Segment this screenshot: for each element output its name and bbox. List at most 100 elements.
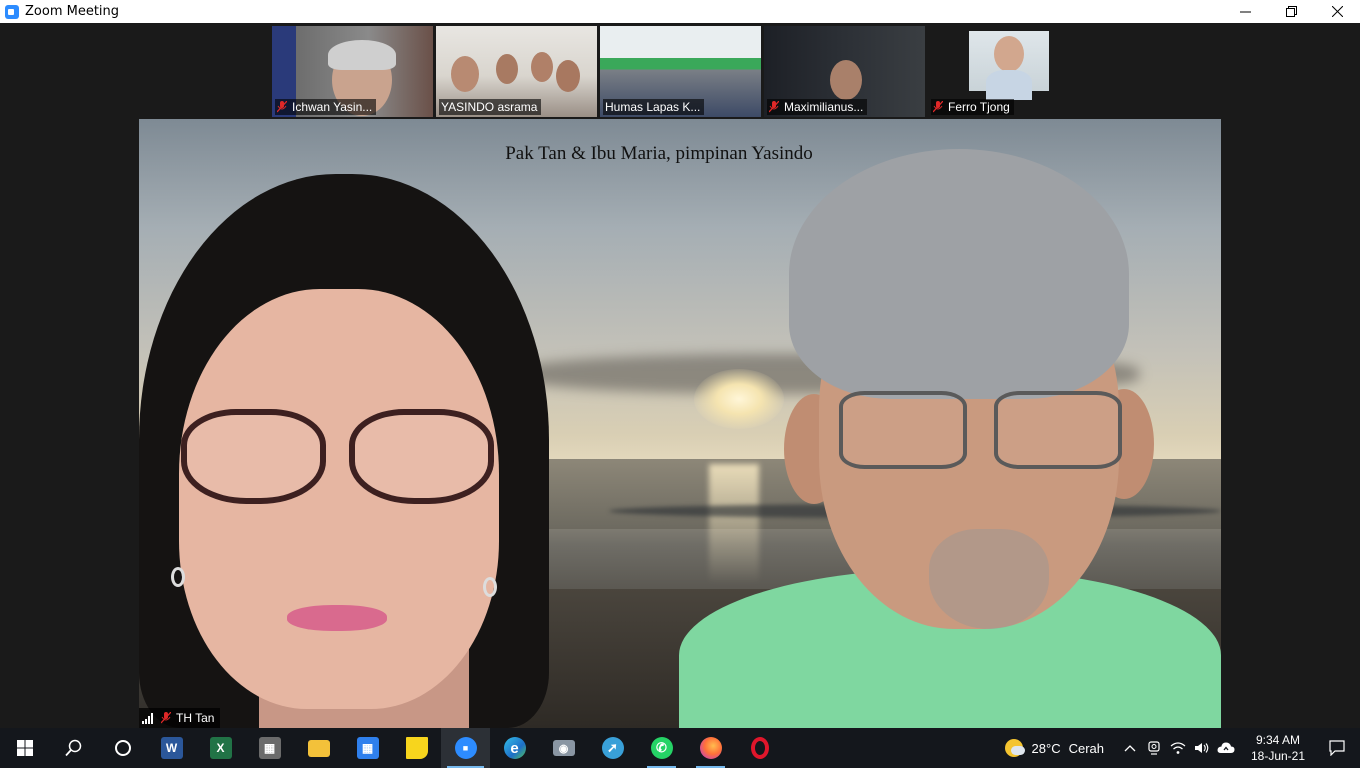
edge-app[interactable]: e — [490, 728, 539, 768]
firefox-app[interactable] — [686, 728, 735, 768]
title-bar: Zoom Meeting — [0, 0, 1360, 23]
camera-icon: ◉ — [552, 740, 575, 756]
participant-label: Ichwan Yasin... — [275, 99, 377, 115]
restore-button[interactable] — [1268, 0, 1314, 23]
wifi-icon — [1170, 742, 1186, 754]
earring — [171, 567, 185, 587]
windows-logo-icon — [16, 740, 33, 756]
close-icon — [1331, 6, 1343, 17]
speaker-icon — [1195, 743, 1209, 753]
sticky-note-icon — [405, 737, 428, 759]
close-button[interactable] — [1314, 0, 1360, 23]
whatsapp-app[interactable]: ✆ — [637, 728, 686, 768]
participant-face — [496, 54, 518, 84]
excel-icon: X — [209, 737, 232, 759]
weather-temp: 28°C — [1031, 740, 1061, 756]
camera-app[interactable]: ◉ — [539, 728, 588, 768]
partly-sunny-icon — [1004, 739, 1025, 757]
earring — [483, 577, 497, 597]
start-button[interactable] — [0, 728, 49, 768]
minimize-icon — [1239, 11, 1251, 13]
onedrive-button[interactable] — [1214, 728, 1238, 768]
taskbar-clock[interactable]: 9:34 AM 18-Jun-21 — [1242, 732, 1314, 764]
minimize-button[interactable] — [1222, 0, 1268, 23]
participant-face — [830, 60, 862, 100]
zoom-camera-icon: ■ — [454, 737, 477, 759]
calendar-app[interactable]: ▦ — [343, 728, 392, 768]
participant-face — [531, 52, 553, 82]
calculator-app[interactable]: ▦ — [245, 728, 294, 768]
participant-name: Humas Lapas K... — [605, 100, 701, 114]
clock-date: 18-Jun-21 — [1250, 749, 1306, 763]
restore-icon — [1285, 6, 1297, 17]
taskbar: W X ▦ ▦ ■ e ◉ ➚ ✆ 28°C Cerah 9:34 AM 18-… — [0, 728, 1360, 768]
system-tray: 28°C Cerah 9:34 AM 18-Jun-21 — [1004, 728, 1360, 768]
calculator-icon: ▦ — [258, 737, 281, 759]
participant-tile[interactable]: Ichwan Yasin... — [272, 26, 433, 117]
network-button[interactable] — [1166, 728, 1190, 768]
participant-tile[interactable]: YASINDO asrama — [436, 26, 597, 117]
window-controls — [1222, 0, 1360, 23]
volume-button[interactable] — [1190, 728, 1214, 768]
notification-icon — [1329, 740, 1345, 756]
action-center-button[interactable] — [1314, 728, 1360, 768]
active-speaker-video[interactable]: Pak Tan & Ibu Maria, pimpinan Yasindo TH… — [139, 119, 1221, 728]
word-icon: W — [160, 737, 183, 759]
remote-arrow-icon: ➚ — [601, 737, 624, 759]
participant-tile[interactable]: Maximilianus... — [764, 26, 925, 117]
weather-widget[interactable]: 28°C Cerah — [1004, 739, 1104, 757]
file-explorer-app[interactable] — [294, 728, 343, 768]
opera-app[interactable] — [735, 728, 784, 768]
zoom-app[interactable]: ■ — [441, 728, 490, 768]
meet-now-button[interactable] — [1142, 728, 1166, 768]
participant-name: Maximilianus... — [784, 100, 864, 114]
participant-face — [451, 56, 479, 92]
participant-name: YASINDO asrama — [441, 100, 538, 114]
signal-strength-icon — [142, 712, 153, 724]
participant-label: Humas Lapas K... — [603, 99, 705, 115]
speaker-name-label: TH Tan — [139, 708, 221, 728]
sun-reflection — [709, 464, 759, 584]
sunset-sun — [694, 369, 784, 429]
participant-name: Ferro Tjong — [948, 100, 1010, 114]
mic-muted-icon — [161, 712, 171, 724]
search-icon — [64, 739, 81, 757]
man-glasses-right — [994, 391, 1122, 469]
word-app[interactable]: W — [147, 728, 196, 768]
remote-app[interactable]: ➚ — [588, 728, 637, 768]
cortana-circle-icon — [114, 740, 131, 756]
participant-label: Maximilianus... — [767, 99, 868, 115]
task-view-button[interactable] — [98, 728, 147, 768]
chevron-up-icon — [1124, 745, 1136, 752]
participant-tile[interactable]: Ferro Tjong — [928, 26, 1089, 117]
participant-face — [556, 60, 580, 92]
participant-face — [994, 36, 1024, 72]
show-hidden-icons-button[interactable] — [1118, 728, 1142, 768]
participant-tile[interactable]: Humas Lapas K... — [600, 26, 761, 117]
zoom-app-icon — [5, 4, 19, 19]
mic-muted-icon — [277, 101, 287, 113]
firefox-icon — [699, 737, 722, 759]
participant-shirt — [986, 70, 1032, 100]
cloud-upload-icon — [1217, 742, 1235, 753]
excel-app[interactable]: X — [196, 728, 245, 768]
mic-muted-icon — [933, 101, 943, 113]
weather-condition: Cerah — [1068, 740, 1104, 756]
whatsapp-icon: ✆ — [650, 737, 673, 759]
woman-glasses-right — [349, 409, 494, 504]
participant-name: Ichwan Yasin... — [292, 100, 373, 114]
search-button[interactable] — [49, 728, 98, 768]
man-glasses-left — [839, 391, 967, 469]
folder-icon — [307, 739, 330, 757]
sticky-notes-app[interactable] — [392, 728, 441, 768]
clock-time: 9:34 AM — [1255, 733, 1301, 747]
calendar-icon: ▦ — [356, 737, 379, 759]
meeting-area: Ichwan Yasin... YASINDO asrama Humas Lap… — [0, 23, 1360, 728]
mic-muted-icon — [769, 101, 779, 113]
edge-icon: e — [503, 737, 526, 759]
participant-label: YASINDO asrama — [439, 99, 542, 115]
man-goatee — [929, 529, 1049, 629]
woman-glasses-left — [181, 409, 326, 504]
speaker-name: TH Tan — [176, 711, 215, 725]
man-hair — [789, 149, 1129, 399]
